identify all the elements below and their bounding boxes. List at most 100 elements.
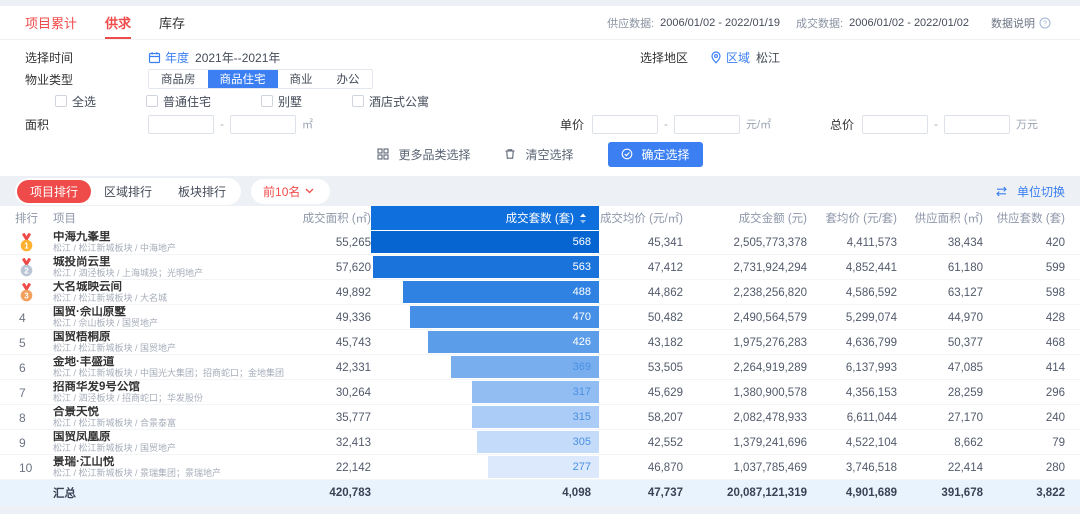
time-range-value[interactable]: 2021年--2021年 <box>195 49 280 66</box>
unit-price-max-input[interactable] <box>674 115 740 134</box>
checkbox-villa[interactable]: 别墅 <box>261 93 302 110</box>
region-type-select[interactable]: 区域 <box>726 49 750 66</box>
property-option-commercial-housing[interactable]: 商品房 <box>149 70 208 88</box>
table-row: 1 中海九峯里 松江 / 松江新城板块 / 中海地产 55,265 568 45… <box>0 230 1080 255</box>
supply-area-cell: 38,434 <box>897 237 983 249</box>
deal-avg-price-cell: 45,341 <box>599 237 683 249</box>
property-option-office[interactable]: 办公 <box>325 70 372 88</box>
col-deal-units-sort[interactable]: 成交套数 (套) <box>371 206 599 230</box>
unit-switch-button[interactable]: 单位切换 <box>995 183 1065 200</box>
project-cell: 国贸凤凰原 松江 / 松江新城板块 / 国贸地产 <box>53 431 293 454</box>
project-name[interactable]: 国贸·佘山原墅 <box>53 306 293 318</box>
total-price-min-input[interactable] <box>862 115 928 134</box>
confirm-selection-button[interactable]: 确定选择 <box>608 142 703 167</box>
region-value[interactable]: 松江 <box>756 49 780 66</box>
deal-area-cell: 49,336 <box>293 312 371 324</box>
deal-amount-cell: 1,379,241,696 <box>683 437 807 449</box>
deal-amount-cell: 1,037,785,469 <box>683 462 807 474</box>
checkbox-serviced-apartment[interactable]: 酒店式公寓 <box>352 93 429 110</box>
checkbox-icon <box>146 95 158 107</box>
supply-units-cell: 79 <box>983 437 1065 449</box>
project-cell: 国贸·佘山原墅 松江 / 佘山板块 / 国贸地产 <box>53 306 293 329</box>
data-note-link[interactable]: 数据说明 ? <box>991 15 1055 31</box>
total-price-unit: 万元 <box>1016 116 1038 132</box>
checkbox-select-all[interactable]: 全选 <box>55 93 96 110</box>
project-name[interactable]: 合景天悦 <box>53 406 293 418</box>
ranking-tab-group: 项目排行 区域排行 板块排行 <box>15 178 241 205</box>
project-location-path: 松江 / 松江新城板块 / 合景泰富 <box>53 418 293 429</box>
project-location-path: 松江 / 泗泾板块 / 上海城投；光明地产 <box>53 268 293 279</box>
project-name[interactable]: 国贸凤凰原 <box>53 431 293 443</box>
summary-deal-amount: 20,087,121,319 <box>683 487 807 499</box>
unit-avg-price-cell: 5,299,074 <box>807 312 897 324</box>
rank-cell: 8 <box>15 411 53 425</box>
deal-data-label: 成交数据: <box>796 15 843 31</box>
tabs: 项目累计 供求 库存 <box>25 6 185 39</box>
col-project: 项目 <box>53 210 293 226</box>
checkbox-ordinary-residence[interactable]: 普通住宅 <box>146 93 211 110</box>
deal-area-cell: 32,413 <box>293 437 371 449</box>
unit-avg-price-cell: 4,411,573 <box>807 237 897 249</box>
project-name[interactable]: 大名城映云间 <box>53 281 293 293</box>
unit-price-min-input[interactable] <box>592 115 658 134</box>
location-pin-icon <box>710 51 722 64</box>
checkbox-icon <box>55 95 67 107</box>
area-max-input[interactable] <box>230 115 296 134</box>
col-supply-area: 供应面积 (㎡) <box>897 210 983 226</box>
project-cell: 景瑞·江山悦 松江 / 松江新城板块 / 景瑞集团；景瑞地产 <box>53 456 293 479</box>
tab-inventory[interactable]: 库存 <box>159 6 185 39</box>
project-name[interactable]: 国贸梧桐原 <box>53 331 293 343</box>
svg-text:1: 1 <box>24 241 29 250</box>
deal-units-bar-cell: 369 <box>371 355 599 380</box>
total-price-max-input[interactable] <box>944 115 1010 134</box>
deal-units-bar: 277 <box>488 456 599 478</box>
supply-units-cell: 414 <box>983 362 1065 374</box>
project-location-path: 松江 / 佘山板块 / 国贸地产 <box>53 318 293 329</box>
project-cell: 国贸梧桐原 松江 / 松江新城板块 / 国贸地产 <box>53 331 293 354</box>
project-location-path: 松江 / 松江新城板块 / 中国光大集团；招商蛇口；金地集团 <box>53 368 293 379</box>
time-type-select[interactable]: 年度 <box>165 49 189 66</box>
project-cell: 中海九峯里 松江 / 松江新城板块 / 中海地产 <box>53 231 293 254</box>
supply-units-cell: 428 <box>983 312 1065 324</box>
col-deal-amount: 成交金额 (元) <box>683 210 807 226</box>
question-circle-icon: ? <box>1039 17 1051 29</box>
supply-area-cell: 44,970 <box>897 312 983 324</box>
project-name[interactable]: 中海九峯里 <box>53 231 293 243</box>
region-filter: 选择地区 区域 松江 <box>640 49 780 66</box>
top-n-dropdown[interactable]: 前10名 <box>251 179 330 204</box>
tab-project-total[interactable]: 项目累计 <box>25 6 77 39</box>
project-cell: 大名城映云间 松江 / 松江新城板块 / 大名城 <box>53 281 293 304</box>
area-min-input[interactable] <box>148 115 214 134</box>
rank-cell: 1 <box>15 233 53 253</box>
tab-supply-demand[interactable]: 供求 <box>105 6 131 39</box>
deal-amount-cell: 1,975,276,283 <box>683 337 807 349</box>
summary-supply-area: 391,678 <box>897 487 983 499</box>
deal-units-bar-cell: 277 <box>371 455 599 480</box>
filter-panel: 选择时间 年度 2021年--2021年 选择地区 区域 松江 物业类型 商品房… <box>0 40 1080 176</box>
tab-project-ranking[interactable]: 项目排行 <box>17 180 91 203</box>
deal-units-bar: 369 <box>451 356 599 378</box>
tab-region-ranking[interactable]: 区域排行 <box>91 180 165 203</box>
supply-area-cell: 22,414 <box>897 462 983 474</box>
unit-avg-price-cell: 6,611,044 <box>807 412 897 424</box>
col-supply-units: 供应套数 (套) <box>983 210 1065 226</box>
property-option-business[interactable]: 商业 <box>278 70 325 88</box>
summary-deal-avg-price: 47,737 <box>599 487 683 499</box>
deal-units-bar: 317 <box>472 381 599 403</box>
rank-cell: 6 <box>15 361 53 375</box>
project-name[interactable]: 城投尚云里 <box>53 256 293 268</box>
project-name[interactable]: 招商华发9号公馆 <box>53 381 293 393</box>
swap-icon <box>995 186 1008 197</box>
rank-cell: 10 <box>15 461 53 475</box>
table-row: 4 国贸·佘山原墅 松江 / 佘山板块 / 国贸地产 49,336 470 50… <box>0 305 1080 330</box>
clear-selection-button[interactable]: 清空选择 <box>504 146 573 163</box>
summary-supply-units: 3,822 <box>983 487 1065 499</box>
more-category-button[interactable]: 更多品类选择 <box>377 146 470 163</box>
table-row: 9 国贸凤凰原 松江 / 松江新城板块 / 国贸地产 32,413 305 42… <box>0 430 1080 455</box>
project-name[interactable]: 景瑞·江山悦 <box>53 456 293 468</box>
property-option-residential[interactable]: 商品住宅 <box>208 70 278 88</box>
tab-block-ranking[interactable]: 板块排行 <box>165 180 239 203</box>
deal-units-bar: 305 <box>477 431 599 453</box>
project-name[interactable]: 金地·丰盛道 <box>53 356 293 368</box>
supply-units-cell: 468 <box>983 337 1065 349</box>
